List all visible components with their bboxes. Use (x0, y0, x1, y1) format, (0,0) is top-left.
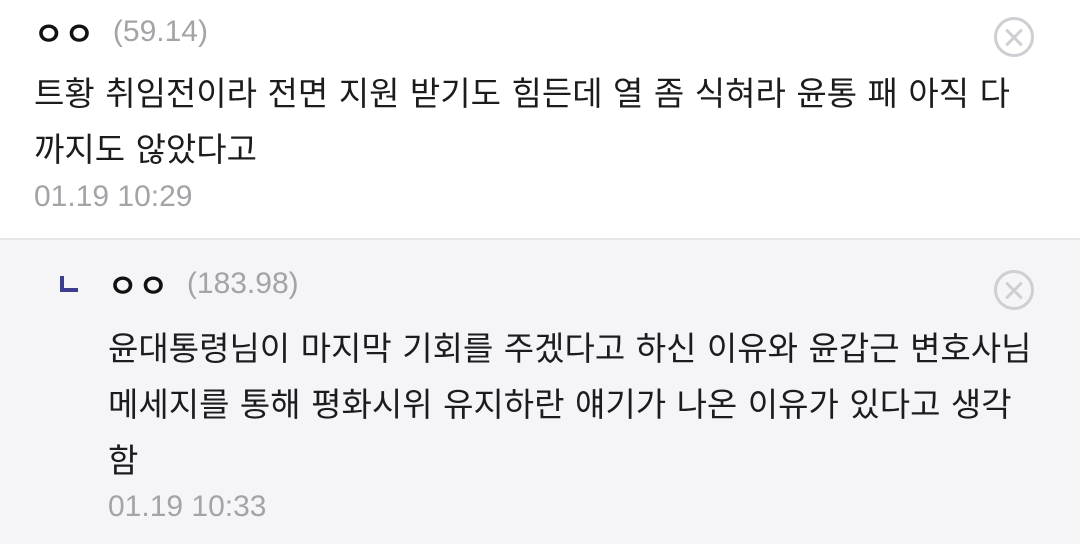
reply-arrow-icon (60, 276, 78, 292)
reply-score: (183.98) (186, 267, 299, 300)
comment-score: (59.14) (112, 15, 208, 48)
comment-author[interactable]: ㅇㅇ (34, 9, 95, 55)
comment-timestamp: 01.19 10:29 (34, 180, 193, 213)
comment-item: ㅇㅇ (59.14) 트황 취임전이라 전면 지원 받기도 힘든데 열 좀 식혀… (0, 0, 1080, 240)
reply-author[interactable]: ㅇㅇ (108, 261, 169, 307)
reply-item: ㅇㅇ (183.98) 윤대통령님이 마지막 기회를 주겠다고 하신 이유와 윤… (0, 240, 1080, 544)
reply-body: 윤대통령님이 마지막 기회를 주겠다고 하신 이유와 윤갑근 변호사님 메세지를… (108, 329, 1032, 480)
comment-body: 트황 취임전이라 전면 지원 받기도 힘든데 열 좀 식혀라 윤통 패 아직 다… (34, 74, 1010, 169)
close-circle-icon[interactable] (994, 17, 1034, 57)
reply-header: ㅇㅇ (183.98) (108, 261, 299, 307)
comment-header: ㅇㅇ (59.14) (34, 9, 208, 55)
reply-timestamp: 01.19 10:33 (108, 490, 267, 523)
close-circle-icon[interactable] (994, 270, 1034, 310)
